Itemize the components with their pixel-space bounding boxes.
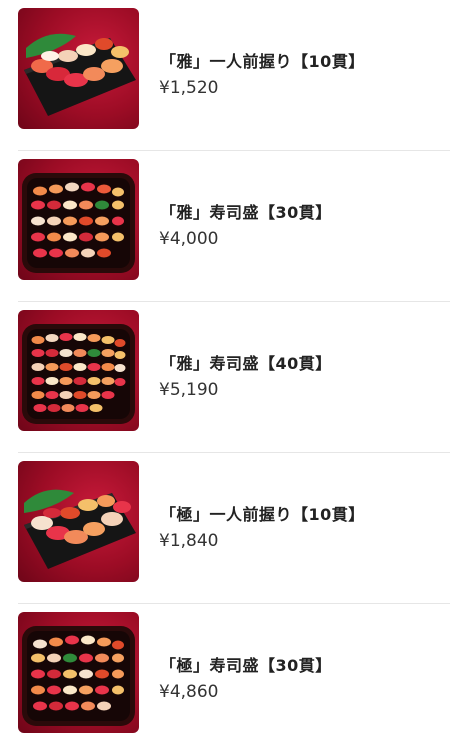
- product-item-1[interactable]: 「雅」一人前握り【10貫】 ¥1,520: [0, 0, 450, 151]
- product-price: ¥5,190: [159, 380, 219, 400]
- product-name[interactable]: 「雅」寿司盛【40貫】: [160, 350, 332, 374]
- product-name[interactable]: 「雅」寿司盛【30貫】: [160, 199, 332, 223]
- product-price: ¥1,520: [159, 78, 219, 98]
- product-item-5[interactable]: 「極」寿司盛【30貫】 ¥4,860: [0, 604, 450, 747]
- product-list: 「雅」一人前握り【10貫】 ¥1,520 「雅」寿司盛【30貫】 ¥4,000 …: [0, 0, 450, 747]
- product-price: ¥4,000: [159, 229, 219, 249]
- product-price: ¥1,840: [159, 531, 219, 551]
- sushi-plate-icon[interactable]: [18, 8, 139, 129]
- sushi-platter-icon[interactable]: [18, 612, 139, 733]
- sushi-plate-icon[interactable]: [18, 461, 139, 582]
- sushi-platter-icon[interactable]: [18, 310, 139, 431]
- product-item-4[interactable]: 「極」一人前握り【10貫】 ¥1,840: [0, 453, 450, 604]
- product-item-3[interactable]: 「雅」寿司盛【40貫】 ¥5,190: [0, 302, 450, 453]
- product-name[interactable]: 「雅」一人前握り【10貫】: [160, 48, 365, 72]
- product-name[interactable]: 「極」寿司盛【30貫】: [160, 652, 332, 676]
- product-item-2[interactable]: 「雅」寿司盛【30貫】 ¥4,000: [0, 151, 450, 302]
- product-price: ¥4,860: [159, 682, 219, 702]
- sushi-platter-icon[interactable]: [18, 159, 139, 280]
- product-name[interactable]: 「極」一人前握り【10貫】: [160, 501, 365, 525]
